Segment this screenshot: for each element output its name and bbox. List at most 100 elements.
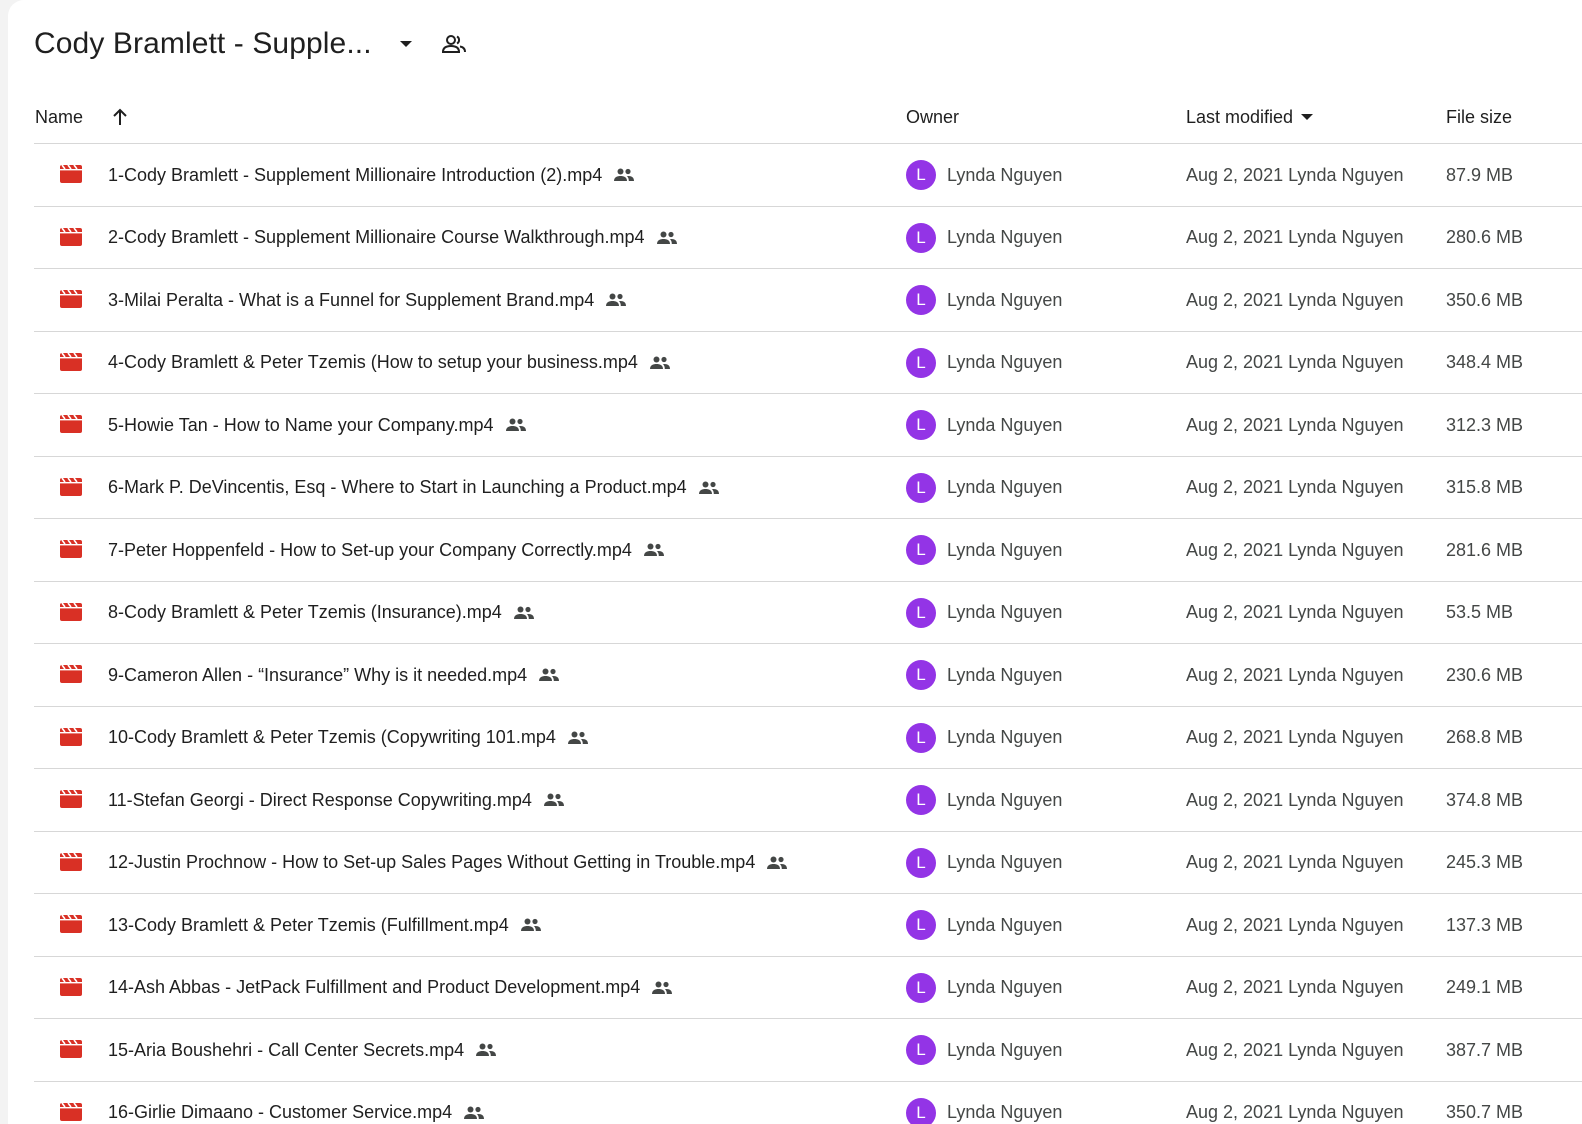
file-name-cell[interactable]: 6-Mark P. DeVincentis, Esq - Where to St… <box>108 457 721 519</box>
video-file-icon <box>60 227 82 246</box>
shared-people-icon <box>537 663 561 687</box>
last-modified-cell: Aug 2, 2021 Lynda Nguyen <box>1186 394 1404 456</box>
avatar: L <box>906 347 936 378</box>
avatar: L <box>906 660 936 690</box>
file-row[interactable]: 9-Cameron Allen - “Insurance” Why is it … <box>34 644 1582 707</box>
column-header-name[interactable]: Name <box>35 100 129 134</box>
video-file-icon <box>60 415 82 433</box>
owner-cell: L Lynda Nguyen <box>906 707 1062 769</box>
file-size-text: 268.8 MB <box>1446 727 1524 747</box>
file-name[interactable]: 12-Justin Prochnow - How to Set-up Sales… <box>108 852 755 873</box>
column-header-owner: Owner <box>906 100 959 134</box>
owner-name: Lynda Nguyen <box>947 977 1063 997</box>
file-name-cell[interactable]: 11-Stefan Georgi - Direct Response Copyw… <box>108 769 566 831</box>
file-row[interactable]: 12-Justin Prochnow - How to Set-up Sales… <box>34 832 1582 894</box>
file-name[interactable]: 3-Milai Peralta - What is a Funnel for S… <box>108 290 594 311</box>
last-modified-text: Aug 2, 2021 Lynda Nguyen <box>1186 789 1404 810</box>
file-name[interactable]: 9-Cameron Allen - “Insurance” Why is it … <box>108 665 527 686</box>
avatar: L <box>906 160 936 190</box>
file-size-cell: 230.6 MB <box>1446 644 1523 706</box>
last-modified-cell: Aug 2, 2021 Lynda Nguyen <box>1186 332 1404 394</box>
file-name-cell[interactable]: 9-Cameron Allen - “Insurance” Why is it … <box>108 644 561 706</box>
folder-menu-button[interactable] <box>388 26 424 62</box>
file-row[interactable]: 4-Cody Bramlett & Peter Tzemis (How to s… <box>34 332 1582 394</box>
owner-name: Lynda Nguyen <box>947 852 1063 872</box>
file-name-cell[interactable]: 14-Ash Abbas - JetPack Fulfillment and P… <box>108 957 674 1019</box>
file-row[interactable]: 11-Stefan Georgi - Direct Response Copyw… <box>34 769 1582 832</box>
file-size-text: 348.4 MB <box>1446 352 1524 372</box>
file-row[interactable]: 5-Howie Tan - How to Name your Company.m… <box>34 394 1582 457</box>
owner-cell: L Lynda Nguyen <box>906 332 1062 394</box>
file-name[interactable]: 1-Cody Bramlett - Supplement Millionaire… <box>108 165 602 186</box>
shared-people-icon <box>566 726 590 750</box>
column-header-owner-label: Owner <box>906 106 960 127</box>
last-modified-text: Aug 2, 2021 Lynda Nguyen <box>1186 1039 1404 1060</box>
owner-name: Lynda Nguyen <box>947 352 1063 372</box>
file-size-text: 245.3 MB <box>1446 852 1524 872</box>
file-name-cell[interactable]: 10-Cody Bramlett & Peter Tzemis (Copywri… <box>108 707 590 769</box>
caret-down-icon[interactable] <box>1300 113 1314 121</box>
file-row[interactable]: 14-Ash Abbas - JetPack Fulfillment and P… <box>34 957 1582 1019</box>
file-name[interactable]: 14-Ash Abbas - JetPack Fulfillment and P… <box>108 977 640 998</box>
file-size-cell: 137.3 MB <box>1446 894 1523 956</box>
sort-button[interactable] <box>111 107 129 127</box>
file-row[interactable]: 6-Mark P. DeVincentis, Esq - Where to St… <box>34 457 1582 519</box>
avatar: L <box>906 847 936 878</box>
last-modified-text: Aug 2, 2021 Lynda Nguyen <box>1186 164 1404 185</box>
file-size-cell: 315.8 MB <box>1446 457 1523 519</box>
file-name[interactable]: 10-Cody Bramlett & Peter Tzemis (Copywri… <box>108 727 556 748</box>
column-header-name-label[interactable]: Name <box>35 107 83 128</box>
chevron-down-icon <box>399 41 412 47</box>
file-row[interactable]: 10-Cody Bramlett & Peter Tzemis (Copywri… <box>34 707 1582 769</box>
file-size-cell: 53.5 MB <box>1446 582 1513 644</box>
file-row[interactable]: 8-Cody Bramlett & Peter Tzemis (Insuranc… <box>34 582 1582 644</box>
file-name-cell[interactable]: 13-Cody Bramlett & Peter Tzemis (Fulfill… <box>108 894 543 956</box>
file-row[interactable]: 3-Milai Peralta - What is a Funnel for S… <box>34 269 1582 332</box>
file-row[interactable]: 2-Cody Bramlett - Supplement Millionaire… <box>34 207 1582 269</box>
shared-people-icon <box>504 413 528 437</box>
file-name-cell[interactable]: 4-Cody Bramlett & Peter Tzemis (How to s… <box>108 332 672 394</box>
file-row[interactable]: 7-Peter Hoppenfeld - How to Set-up your … <box>34 519 1582 582</box>
video-file-icon <box>60 477 82 496</box>
file-name[interactable]: 15-Aria Boushehri - Call Center Secrets.… <box>108 1040 464 1061</box>
owner-name: Lynda Nguyen <box>947 914 1063 935</box>
file-name-cell[interactable]: 8-Cody Bramlett & Peter Tzemis (Insuranc… <box>108 582 536 644</box>
avatar: L <box>906 285 936 315</box>
file-name[interactable]: 11-Stefan Georgi - Direct Response Copyw… <box>108 790 532 811</box>
file-row[interactable]: 1-Cody Bramlett - Supplement Millionaire… <box>34 144 1582 207</box>
file-name[interactable]: 6-Mark P. DeVincentis, Esq - Where to St… <box>108 477 687 498</box>
shared-people-button[interactable] <box>436 26 472 62</box>
avatar: L <box>906 222 936 253</box>
file-name-cell[interactable]: 2-Cody Bramlett - Supplement Millionaire… <box>108 207 679 269</box>
shared-people-icon <box>512 601 536 625</box>
file-name-cell[interactable]: 7-Peter Hoppenfeld - How to Set-up your … <box>108 519 666 581</box>
column-header-last-modified[interactable]: Last modified <box>1186 100 1314 134</box>
file-name[interactable]: 13-Cody Bramlett & Peter Tzemis (Fulfill… <box>108 915 509 936</box>
column-header-last-modified-label[interactable]: Last modified <box>1186 107 1293 128</box>
last-modified-text: Aug 2, 2021 Lynda Nguyen <box>1186 539 1404 560</box>
file-name-cell[interactable]: 12-Justin Prochnow - How to Set-up Sales… <box>108 832 789 894</box>
file-name[interactable]: 2-Cody Bramlett - Supplement Millionaire… <box>108 227 645 248</box>
avatar: L <box>906 722 936 753</box>
file-name[interactable]: 5-Howie Tan - How to Name your Company.m… <box>108 415 494 436</box>
file-size-text: 312.3 MB <box>1446 414 1524 435</box>
file-name-cell[interactable]: 5-Howie Tan - How to Name your Company.m… <box>108 394 528 456</box>
file-name[interactable]: 8-Cody Bramlett & Peter Tzemis (Insuranc… <box>108 602 502 623</box>
file-name[interactable]: 16-Girlie Dimaano - Customer Service.mp4 <box>108 1102 452 1123</box>
file-name[interactable]: 4-Cody Bramlett & Peter Tzemis (How to s… <box>108 352 638 373</box>
last-modified-cell: Aug 2, 2021 Lynda Nguyen <box>1186 832 1404 894</box>
file-name-cell[interactable]: 3-Milai Peralta - What is a Funnel for S… <box>108 269 628 331</box>
video-file-icon <box>60 290 82 308</box>
file-row[interactable]: 13-Cody Bramlett & Peter Tzemis (Fulfill… <box>34 894 1582 957</box>
video-file-icon <box>60 165 82 183</box>
file-name-cell[interactable]: 15-Aria Boushehri - Call Center Secrets.… <box>108 1019 498 1081</box>
file-name-cell[interactable]: 1-Cody Bramlett - Supplement Millionaire… <box>108 144 636 206</box>
shared-people-icon <box>441 35 466 53</box>
file-row[interactable]: 15-Aria Boushehri - Call Center Secrets.… <box>34 1019 1582 1082</box>
last-modified-cell: Aug 2, 2021 Lynda Nguyen <box>1186 707 1404 769</box>
file-row[interactable]: 16-Girlie Dimaano - Customer Service.mp4… <box>34 1082 1582 1124</box>
owner-cell: L Lynda Nguyen <box>906 269 1062 331</box>
avatar: L <box>906 597 936 628</box>
file-name[interactable]: 7-Peter Hoppenfeld - How to Set-up your … <box>108 540 632 561</box>
file-name-cell[interactable]: 16-Girlie Dimaano - Customer Service.mp4 <box>108 1082 486 1124</box>
